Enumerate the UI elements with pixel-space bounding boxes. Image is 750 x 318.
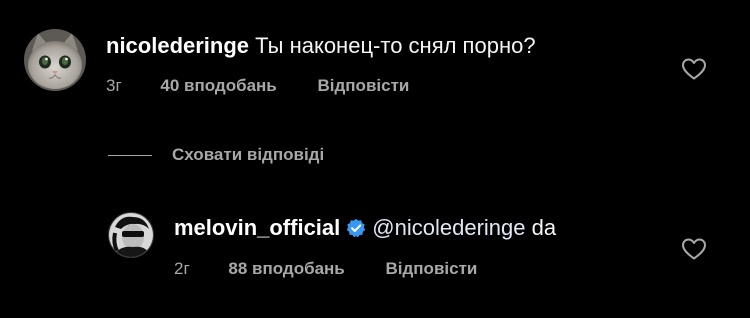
comment: nicolederinge Ты наконец-то снял порно? …: [0, 0, 750, 130]
reply-likes-count[interactable]: 88 вподобань: [228, 259, 344, 279]
comments-screen: { "comments": [ { "username": "nicoleder…: [0, 0, 750, 318]
reply-button[interactable]: Відповісти: [386, 259, 478, 279]
comment-time: 3г: [106, 76, 122, 95]
reply-username[interactable]: melovin_official: [174, 215, 340, 240]
divider-line: [108, 154, 152, 156]
heart-outline-icon[interactable]: [681, 57, 707, 81]
reply-button[interactable]: Відповісти: [318, 76, 410, 96]
reply-time: 2г: [174, 259, 190, 278]
comment-likes-count[interactable]: 40 вподобань: [160, 76, 276, 96]
comment-username[interactable]: nicolederinge: [106, 33, 249, 58]
person-avatar-icon[interactable]: [108, 212, 154, 258]
hide-replies-label: Сховати відповіді: [172, 145, 325, 164]
comment-text: Ты наконец-то снял порно?: [255, 33, 536, 58]
reply-meta: 2г 88 вподобань Відповісти: [174, 259, 477, 279]
verified-badge-icon: [346, 218, 366, 244]
cat-avatar-icon[interactable]: [24, 29, 86, 91]
reply-comment: melovin_official @nicolederinge da 2г 88…: [0, 190, 750, 310]
reply-text: da: [525, 215, 557, 240]
comment-line: nicolederinge Ты наконец-то снял порно?: [106, 33, 536, 59]
heart-outline-icon[interactable]: [681, 237, 707, 261]
reply-mention-link[interactable]: @nicolederinge: [372, 215, 525, 240]
reply-line: melovin_official @nicolederinge da: [174, 215, 556, 244]
comment-meta: 3г 40 вподобань Відповісти: [106, 76, 409, 96]
hide-replies-button[interactable]: Сховати відповіді: [108, 144, 324, 166]
